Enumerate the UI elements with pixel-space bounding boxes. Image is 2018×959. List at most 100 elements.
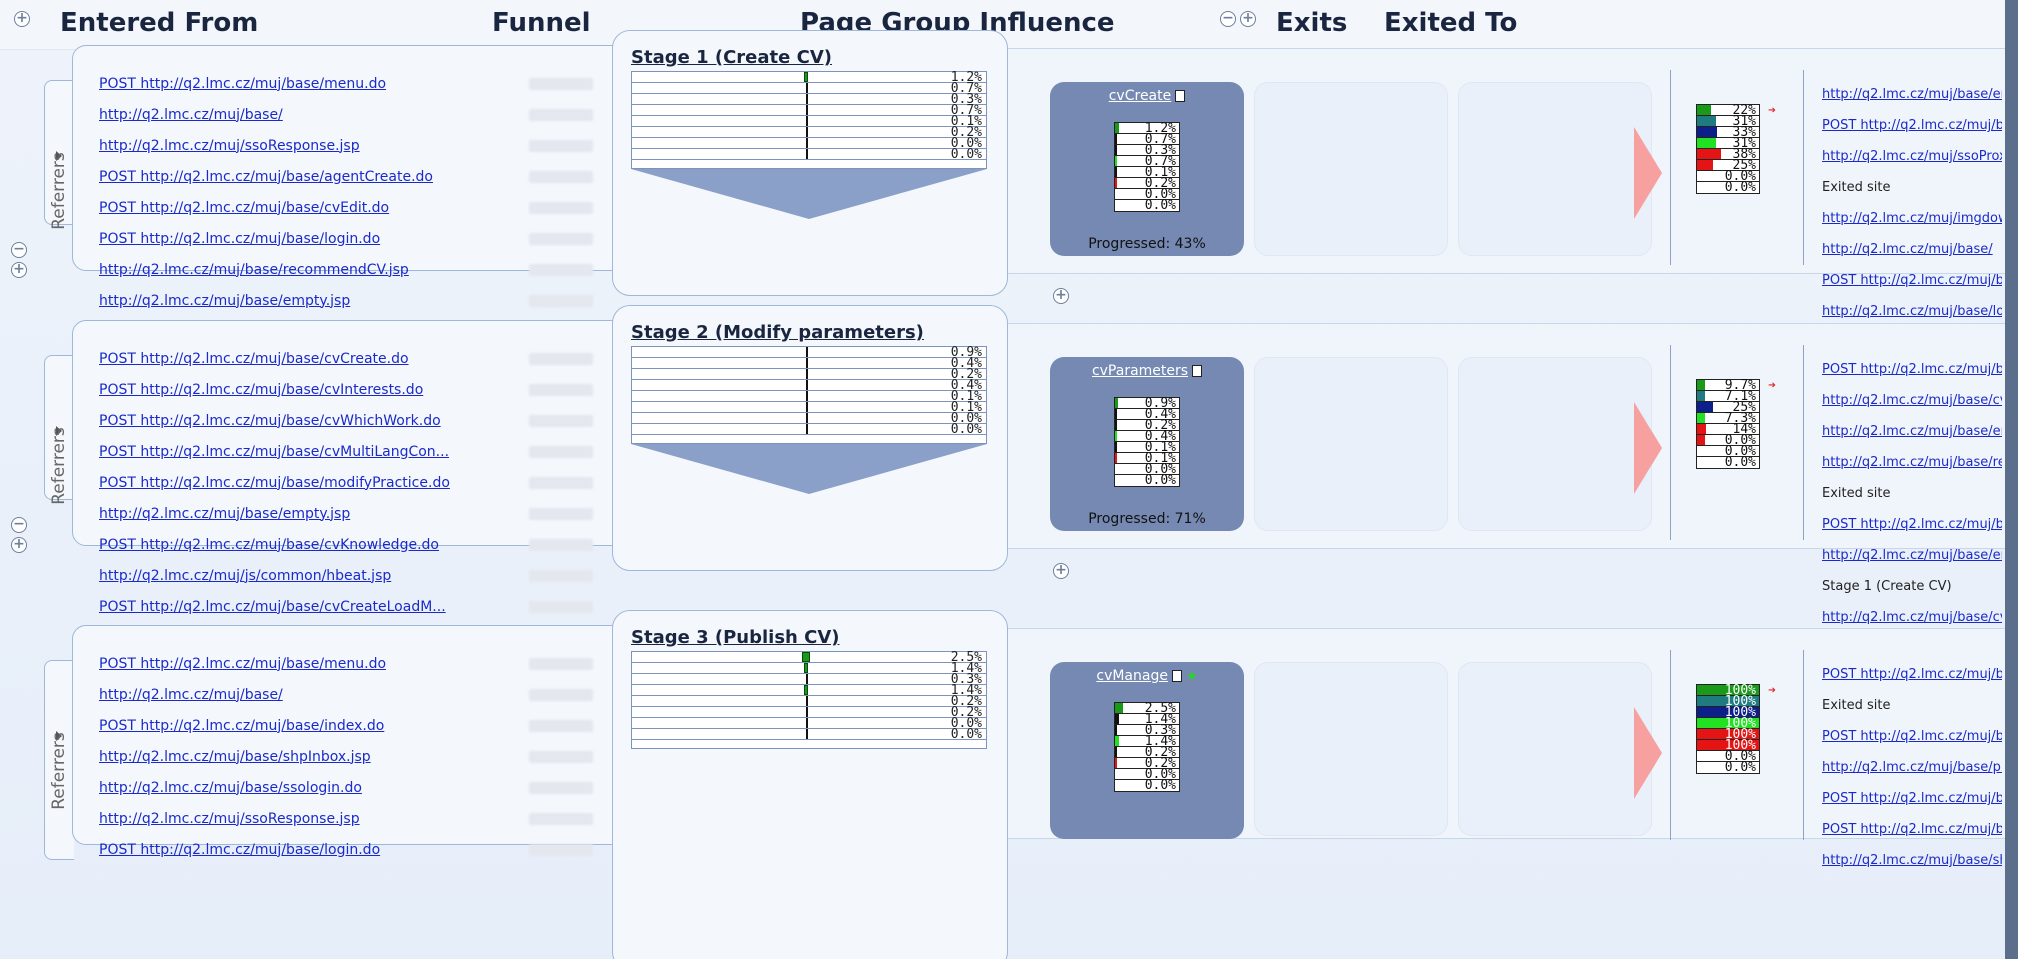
referrer-link[interactable]: POST http://q2.lmc.cz/muj/base/login.do — [99, 231, 529, 247]
exited-to-link[interactable]: http://q2.lmc.cz/muj/base/emp — [1822, 79, 2002, 110]
exited-to-link[interactable]: POST http://q2.lmc.cz/muj/bas — [1822, 265, 2002, 296]
collapse-stage-icon[interactable]: − — [11, 517, 27, 533]
referrer-row: POST http://q2.lmc.cz/muj/base/agentCrea… — [99, 161, 639, 192]
referrer-link[interactable]: POST http://q2.lmc.cz/muj/base/cvCreateL… — [99, 599, 529, 615]
stage-title[interactable]: Stage 3 (Publish CV) — [631, 627, 840, 648]
referrer-count — [529, 657, 593, 670]
collapse-stage-icon[interactable]: − — [11, 242, 27, 258]
page-group-bar — [1115, 156, 1117, 166]
page-group-card[interactable]: cvManage ★ 2.5% 1.4% 0.3% 1.4% 0.2% 0.2% 0.0% 0.0… — [1050, 662, 1244, 839]
referrer-link[interactable]: POST http://q2.lmc.cz/muj/base/cvEdit.do — [99, 200, 529, 216]
funnel-line — [806, 105, 808, 115]
funnel-row: 1.4% — [632, 684, 986, 697]
exited-to-link[interactable]: http://q2.lmc.cz/muj/imgdownl — [1822, 203, 2002, 234]
referrer-row: http://q2.lmc.cz/muj/base/ — [99, 99, 639, 130]
page-group-bar — [1115, 736, 1119, 746]
referrer-link[interactable]: http://q2.lmc.cz/muj/js/common/hbeat.jsp — [99, 568, 529, 584]
exit-bar — [1697, 402, 1713, 412]
expand-stage-icon[interactable]: + — [11, 537, 27, 553]
document-icon[interactable] — [1171, 670, 1182, 682]
funnel-row: 0.2% — [632, 706, 986, 719]
exited-to-link[interactable]: http://q2.lmc.cz/muj/base/ — [1822, 234, 2002, 265]
referrer-link[interactable]: POST http://q2.lmc.cz/muj/base/modifyPra… — [99, 475, 529, 491]
referrers-panel: POST http://q2.lmc.cz/muj/base/menu.do ht… — [72, 625, 639, 858]
exited-to-link[interactable]: http://q2.lmc.cz/muj/base/prev — [1822, 752, 2002, 783]
referrer-link[interactable]: POST http://q2.lmc.cz/muj/base/cvCreate.… — [99, 351, 529, 367]
referrer-row: http://q2.lmc.cz/muj/base/empty.jsp — [99, 498, 639, 529]
referrer-link[interactable]: POST http://q2.lmc.cz/muj/base/cvMultiLa… — [99, 444, 529, 460]
exited-to-link[interactable]: http://q2.lmc.cz/muj/base/emp — [1822, 540, 2002, 571]
funnel-stage-card: Stage 2 (Modify parameters) 0.9% 0.4% 0.2% 0… — [612, 305, 1008, 571]
document-icon[interactable] — [1192, 365, 1203, 377]
referrer-link[interactable]: POST http://q2.lmc.cz/muj/base/agentCrea… — [99, 169, 529, 185]
exited-to-link[interactable]: POST http://q2.lmc.cz/muj/bas — [1822, 783, 2002, 814]
funnel-row: 0.4% — [632, 357, 986, 370]
funnel-grid: 1.2% 0.7% 0.3% 0.7% 0.1% 0.2% 0.0% 0.0% — [631, 71, 987, 169]
referrer-link[interactable]: http://q2.lmc.cz/muj/base/empty.jsp — [99, 293, 529, 309]
exited-to-link[interactable]: POST http://q2.lmc.cz/muj/bas — [1822, 354, 2002, 385]
referrer-link[interactable]: http://q2.lmc.cz/muj/base/empty.jsp — [99, 506, 529, 522]
referrer-link[interactable]: http://q2.lmc.cz/muj/base/ — [99, 107, 529, 123]
exit-bar — [1697, 160, 1713, 170]
exited-to-link[interactable]: POST http://q2.lmc.cz/muj/bas — [1822, 110, 2002, 141]
referrer-count — [529, 538, 593, 551]
page-group-name-text[interactable]: cvCreate — [1109, 88, 1172, 104]
referrer-link[interactable]: POST http://q2.lmc.cz/muj/base/cvInteres… — [99, 382, 529, 398]
funnel-row: 0.2% — [632, 126, 986, 139]
progressed-value: 43% — [1174, 236, 1206, 252]
funnel-value: 0.0% — [950, 727, 982, 742]
referrer-link[interactable]: POST http://q2.lmc.cz/muj/base/menu.do — [99, 656, 529, 672]
exited-to-link[interactable]: POST http://q2.lmc.cz/muj/bas — [1822, 659, 2002, 690]
referrer-link[interactable]: http://q2.lmc.cz/muj/base/shpInbox.jsp — [99, 749, 529, 765]
referrer-link[interactable]: POST http://q2.lmc.cz/muj/base/login.do — [99, 842, 529, 858]
exited-to-link[interactable]: POST http://q2.lmc.cz/muj/bas — [1822, 721, 2002, 752]
exited-to-link[interactable]: http://q2.lmc.cz/muj/base/cvV — [1822, 385, 2002, 416]
page-group-value: 0.0% — [1144, 198, 1176, 213]
funnel-grid: 0.9% 0.4% 0.2% 0.4% 0.1% 0.1% 0.0% 0.0% — [631, 346, 987, 444]
referrer-link[interactable]: http://q2.lmc.cz/muj/base/ — [99, 687, 529, 703]
exited-to-link[interactable]: POST http://q2.lmc.cz/muj/bas — [1822, 509, 2002, 540]
funnel-line — [806, 116, 808, 126]
exited-to-link[interactable]: POST http://q2.lmc.cz/muj/bas — [1822, 814, 2002, 845]
exited-to-link[interactable]: http://q2.lmc.cz/muj/base/emp — [1822, 416, 2002, 447]
page-group-placeholder — [1254, 357, 1448, 531]
stage-title[interactable]: Stage 2 (Modify parameters) — [631, 322, 924, 343]
stage-title[interactable]: Stage 1 (Create CV) — [631, 47, 832, 68]
document-icon[interactable] — [1175, 90, 1186, 102]
expand-all-icon[interactable]: + — [14, 11, 30, 27]
collapse-icon[interactable]: − — [1220, 11, 1236, 27]
referrer-link[interactable]: http://q2.lmc.cz/muj/base/recommendCV.js… — [99, 262, 529, 278]
referrer-link[interactable]: POST http://q2.lmc.cz/muj/base/cvWhichWo… — [99, 413, 529, 429]
expand-stage-icon[interactable]: + — [11, 262, 27, 278]
referrer-row: http://q2.lmc.cz/muj/base/empty.jsp — [99, 285, 639, 316]
referrer-row: http://q2.lmc.cz/muj/ssoResponse.jsp — [99, 130, 639, 161]
referrer-link[interactable]: POST http://q2.lmc.cz/muj/base/menu.do — [99, 76, 529, 92]
page-group-card[interactable]: cvParameters 0.9% 0.4% 0.2% 0.4% 0.1% 0.1% 0.0%… — [1050, 357, 1244, 531]
page-group-name[interactable]: cvCreate — [1050, 88, 1244, 104]
add-page-group-icon[interactable]: + — [1053, 563, 1069, 579]
funnel-row: 0.0% — [632, 137, 986, 150]
referrers-tab[interactable]: Referrers — [44, 660, 74, 860]
referrer-link[interactable]: http://q2.lmc.cz/muj/base/ssologin.do — [99, 780, 529, 796]
exited-to-link[interactable]: http://q2.lmc.cz/muj/base/recc — [1822, 447, 2002, 478]
referrer-link[interactable]: POST http://q2.lmc.cz/muj/base/cvKnowled… — [99, 537, 529, 553]
referrer-row: http://q2.lmc.cz/muj/base/shpInbox.jsp — [99, 741, 639, 772]
page-group-name[interactable]: cvManage ★ — [1050, 668, 1244, 684]
referrers-tab[interactable]: Referrers — [44, 80, 74, 230]
page-group-bar — [1115, 725, 1117, 735]
add-page-group-icon[interactable]: + — [1053, 288, 1069, 304]
page-group-card[interactable]: cvCreate 1.2% 0.7% 0.3% 0.7% 0.1% 0.2% 0.0% 0.0%… — [1050, 82, 1244, 256]
exited-to-link[interactable]: http://q2.lmc.cz/muj/ssoProxy — [1822, 141, 2002, 172]
page-group-placeholder — [1458, 662, 1652, 836]
page-group-name-text[interactable]: cvManage — [1096, 668, 1168, 684]
page-group-name[interactable]: cvParameters — [1050, 363, 1244, 379]
exited-to-separator — [1803, 650, 1804, 840]
referrer-link[interactable]: POST http://q2.lmc.cz/muj/base/index.do — [99, 718, 529, 734]
page-group-name-text[interactable]: cvParameters — [1092, 363, 1188, 379]
expand-icon[interactable]: + — [1240, 11, 1256, 27]
referrer-count — [529, 352, 593, 365]
exited-to-link[interactable]: http://q2.lmc.cz/muj/base/shp — [1822, 845, 2002, 876]
referrer-link[interactable]: http://q2.lmc.cz/muj/ssoResponse.jsp — [99, 138, 529, 154]
referrers-tab[interactable]: Referrers — [44, 355, 74, 505]
referrer-link[interactable]: http://q2.lmc.cz/muj/ssoResponse.jsp — [99, 811, 529, 827]
